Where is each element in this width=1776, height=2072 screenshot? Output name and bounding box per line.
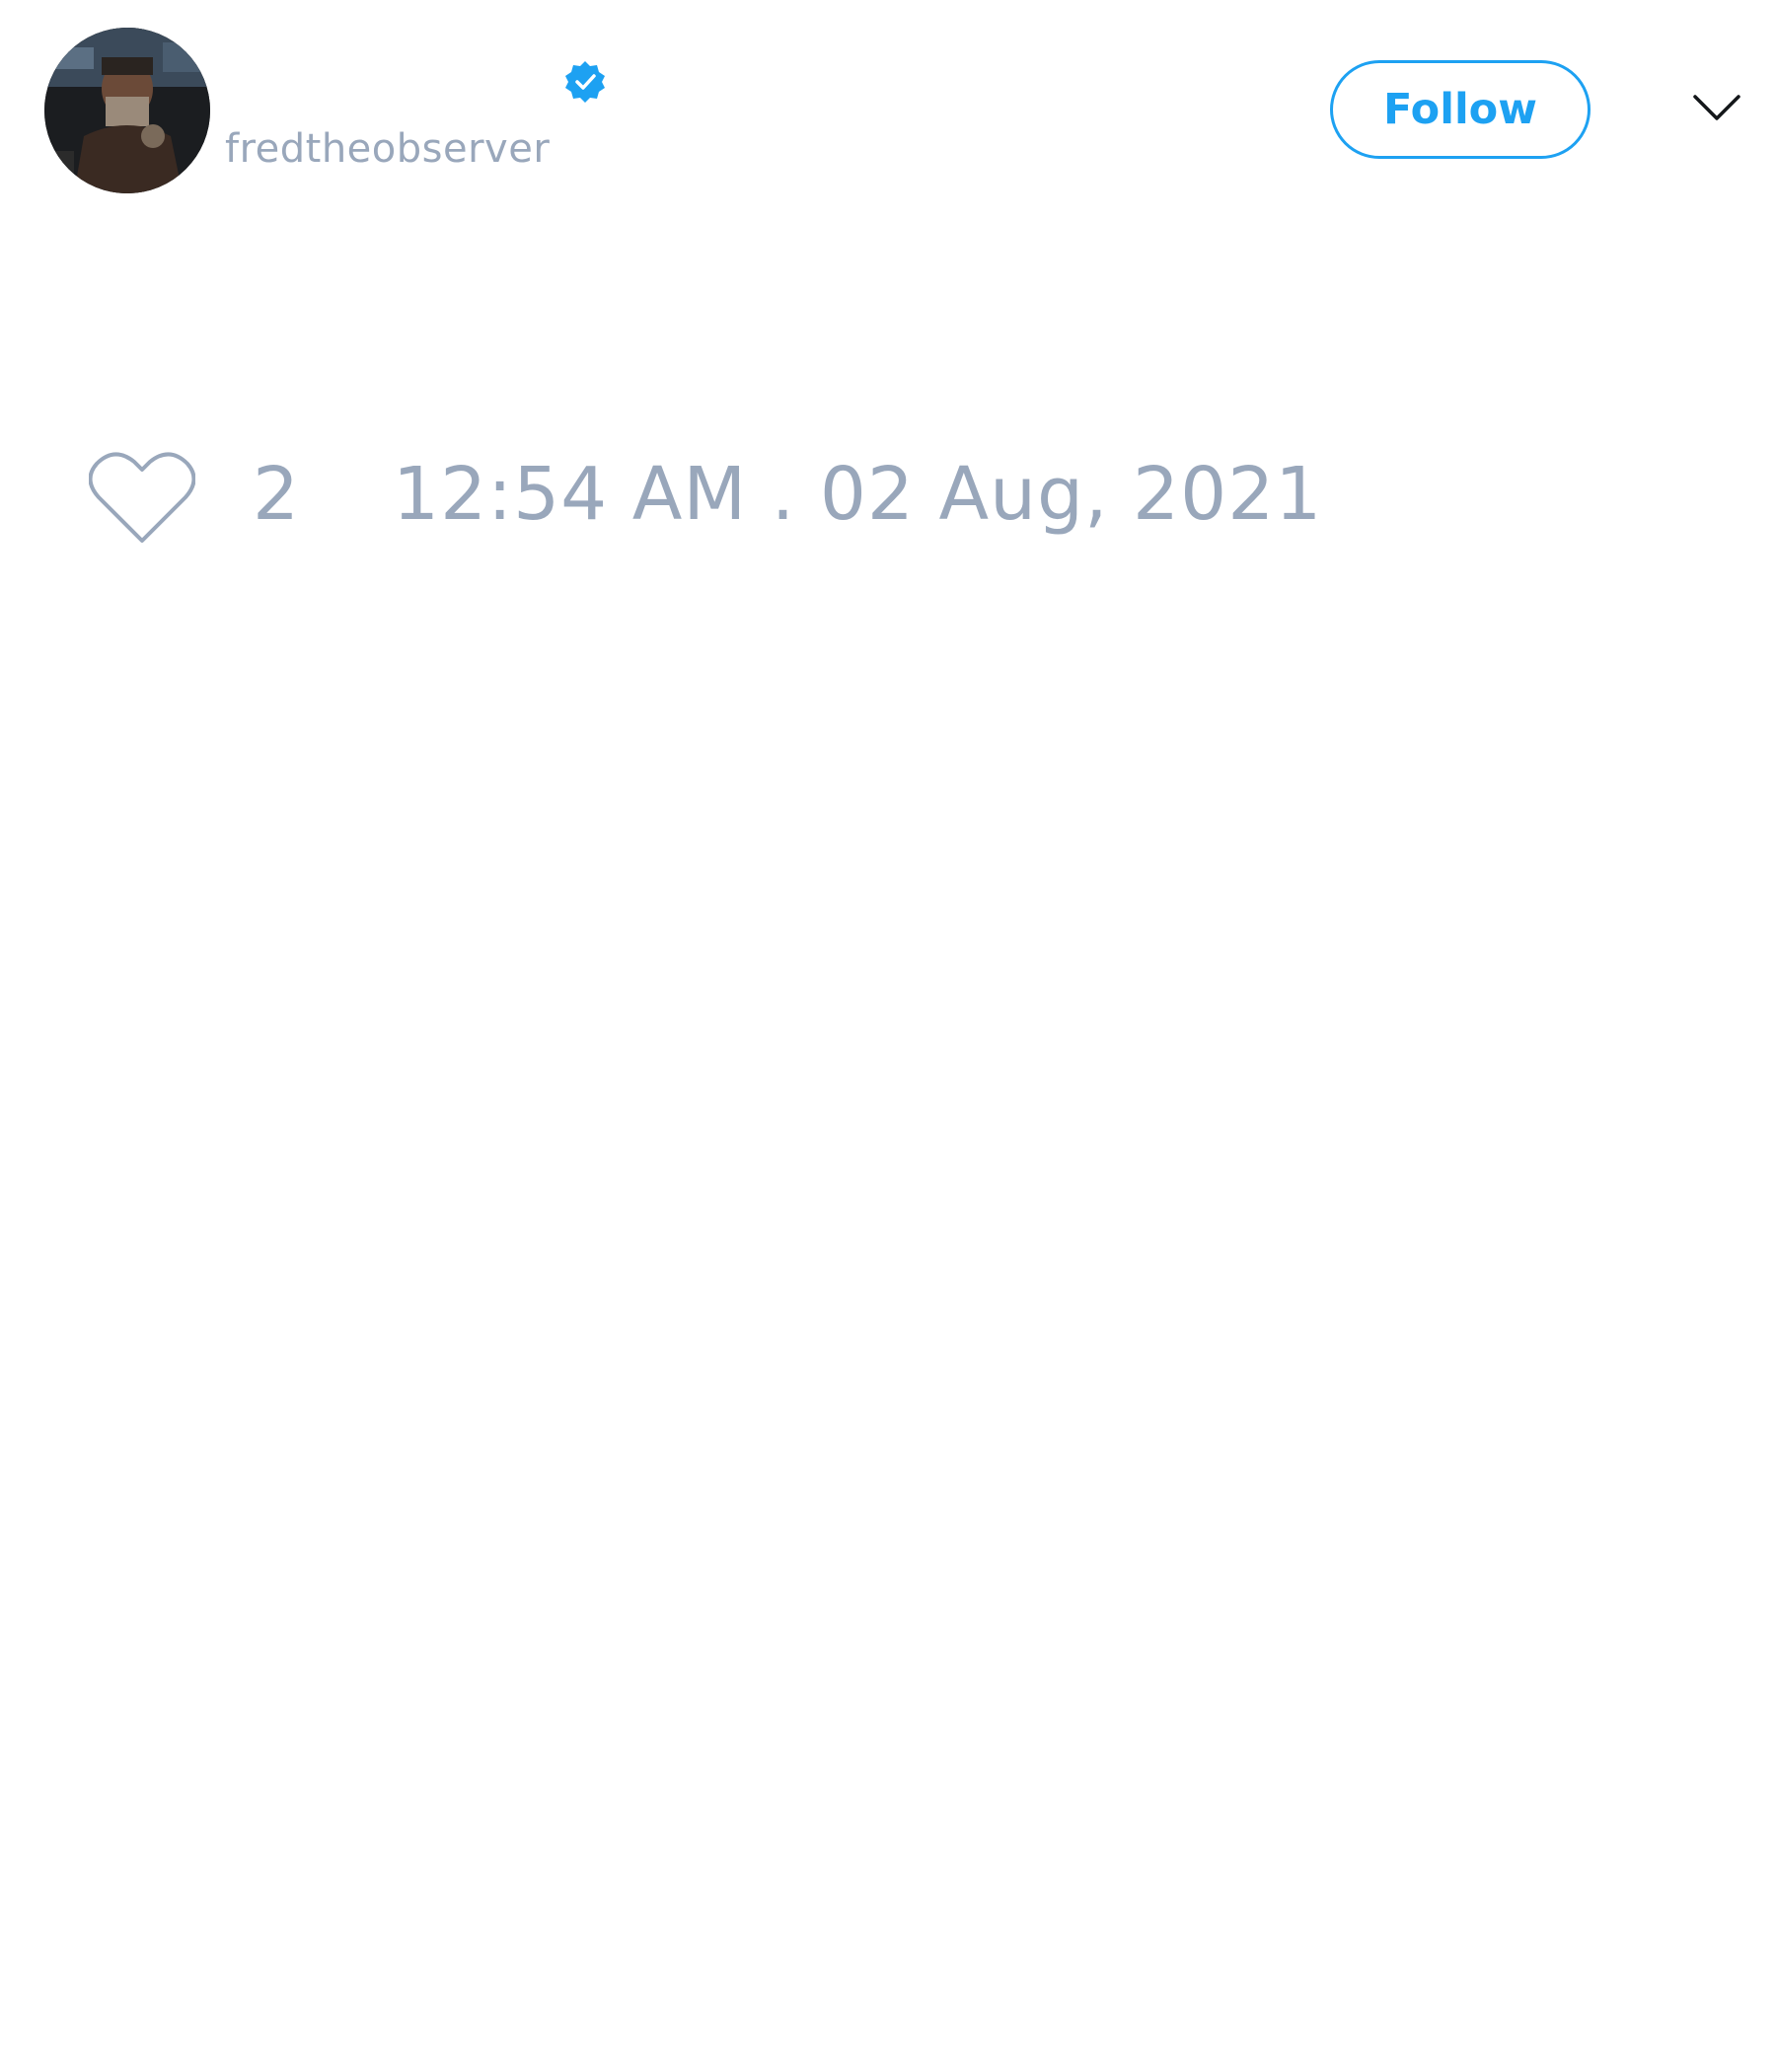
avatar-photo	[44, 28, 210, 193]
author-handle[interactable]: fredtheobserver	[225, 126, 550, 172]
tweet-card: fredtheobserver Follow 2 12:54 AM . 02 A…	[0, 0, 1776, 2072]
chevron-down-icon[interactable]	[1692, 93, 1741, 122]
follow-button[interactable]: Follow	[1330, 60, 1591, 159]
tweet-timestamp[interactable]: 12:54 AM . 02 Aug, 2021	[393, 452, 1322, 537]
heart-icon[interactable]	[89, 450, 195, 545]
verified-badge-icon	[565, 61, 605, 103]
like-count: 2	[253, 452, 300, 537]
avatar[interactable]	[44, 28, 210, 193]
